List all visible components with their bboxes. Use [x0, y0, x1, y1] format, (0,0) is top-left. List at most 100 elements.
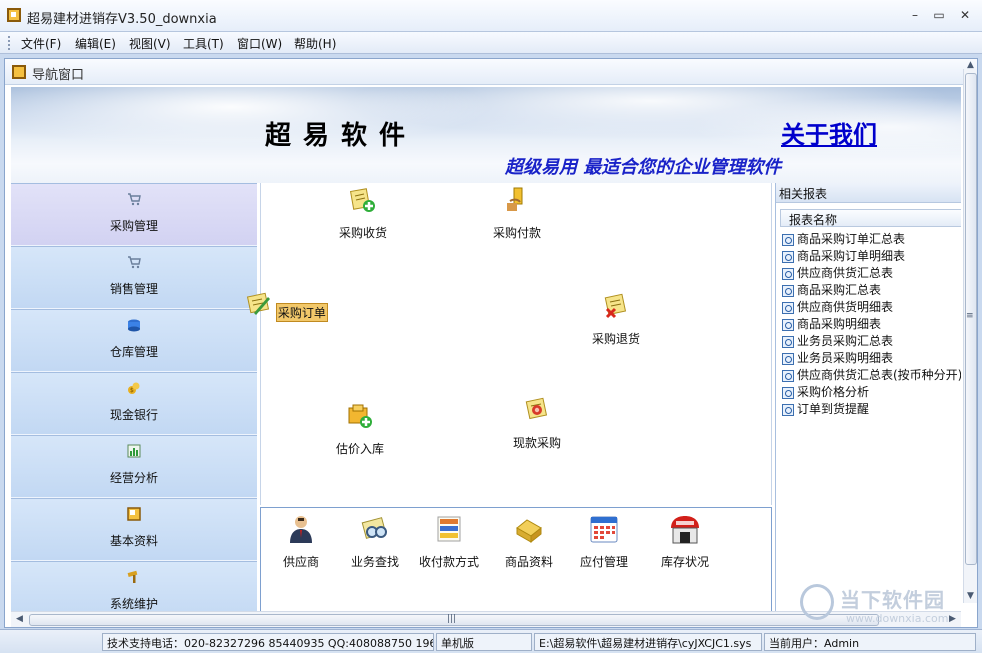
cart-icon [128, 193, 141, 206]
quick-payment-method[interactable]: 收付款方式 [409, 514, 489, 570]
status-mode: 单机版 [436, 633, 532, 651]
report-item[interactable]: 业务员采购汇总表 [782, 332, 893, 349]
sidebar-item-analysis[interactable]: 经营分析 [11, 435, 257, 498]
quick-supplier[interactable]: 供应商 [261, 514, 341, 570]
report-icon [782, 403, 794, 416]
scroll-up-arrow-icon[interactable]: ▲ [967, 60, 974, 70]
report-icon [782, 301, 794, 314]
sidebar-item-label: 现金银行 [109, 408, 158, 422]
scroll-grip-icon: ||| [447, 614, 457, 624]
flow-purchase-order[interactable]: 采购订单 [237, 291, 337, 322]
related-reports-panel: 相关报表 报表名称 商品采购订单汇总表 商品采购订单明细表 供应商供货汇总表 商… [775, 183, 961, 615]
watermark: 当下软件园 www.downxia.com [796, 584, 980, 628]
report-item[interactable]: 供应商供货明细表 [782, 298, 893, 315]
status-current-user: 当前用户：Admin [764, 633, 976, 651]
quick-label: 商品资料 [504, 555, 553, 569]
report-item[interactable]: 商品采购订单明细表 [782, 247, 905, 264]
flow-payment[interactable]: 采购付款 [467, 187, 567, 241]
vertical-scrollbar[interactable]: ▲ ≡ ▼ [963, 60, 977, 603]
close-button[interactable]: ✕ [956, 6, 974, 24]
quick-payable[interactable]: 应付管理 [564, 514, 644, 570]
svg-text:$: $ [130, 387, 134, 394]
navigation-window: 导航窗口 超易软件 关于我们 超级易用 最适合您的企业管理软件 采购管理 销售管… [4, 58, 978, 628]
sidebar-item-system[interactable]: 系统维护 [11, 561, 257, 611]
report-icon [782, 284, 794, 297]
flow-estimate-stock-in[interactable]: 估价入库 [310, 403, 410, 457]
report-item-label: 业务员采购汇总表 [797, 334, 894, 348]
report-icon [782, 267, 794, 280]
report-item[interactable]: 订单到货提醒 [782, 400, 869, 417]
report-icon [782, 369, 794, 382]
report-item[interactable]: 商品采购订单汇总表 [782, 230, 905, 247]
sidebar-item-sales[interactable]: 销售管理 [11, 246, 257, 309]
report-icon [782, 386, 794, 399]
menu-file[interactable]: 文件(F) [21, 35, 61, 52]
product-icon [516, 519, 542, 544]
info-icon [127, 507, 141, 521]
status-bar: 技术支持电话：020-82327296 85440935 QQ:40808875… [0, 629, 982, 653]
report-item-label: 商品采购汇总表 [797, 283, 882, 297]
quick-label: 供应商 [282, 555, 319, 569]
navigation-window-title: 导航窗口 [32, 68, 85, 83]
report-item[interactable]: 商品采购汇总表 [782, 281, 881, 298]
payable-icon [590, 516, 618, 543]
quick-label: 应付管理 [579, 555, 628, 569]
quick-label: 收付款方式 [418, 555, 479, 569]
menu-view[interactable]: 视图(V) [129, 35, 171, 52]
report-name-column-header[interactable]: 报表名称 [780, 209, 961, 227]
menu-window[interactable]: 窗口(W) [237, 35, 282, 52]
flow-return-goods[interactable]: 采购退货 [566, 293, 666, 347]
scroll-left-arrow-icon[interactable]: ◀ [16, 614, 23, 624]
quick-product[interactable]: 商品资料 [489, 514, 569, 570]
chart-icon [127, 444, 141, 458]
report-item[interactable]: 采购价格分析 [782, 383, 869, 400]
related-reports-title: 相关报表 [776, 183, 961, 203]
flow-label: 采购付款 [492, 226, 541, 240]
sidebar-item-purchase[interactable]: 采购管理 [11, 183, 257, 246]
report-icon [782, 335, 794, 348]
report-item-label: 商品采购订单汇总表 [797, 232, 906, 246]
inventory-icon [671, 516, 699, 544]
quick-search-business[interactable]: 业务查找 [335, 514, 415, 570]
purchase-workflow-panel: 采购收货 采购付款 采购订单 采购退货 估价入库 现款采购 [247, 183, 772, 505]
estimate-stock-in-icon [348, 404, 372, 428]
quick-access-panel: 供应商 业务查找 收付款方式 商品资料 应付管理 库存状况 [260, 507, 772, 615]
report-item-label: 商品采购明细表 [797, 317, 882, 331]
report-item[interactable]: 商品采购明细表 [782, 315, 881, 332]
sidebar-item-label: 销售管理 [109, 282, 158, 296]
quick-inventory[interactable]: 库存状况 [645, 514, 725, 570]
report-item[interactable]: 供应商供货汇总表(按币种分开) [782, 366, 961, 383]
return-goods-icon [604, 293, 627, 319]
flow-label: 采购退货 [591, 332, 640, 346]
report-item[interactable]: 业务员采购明细表 [782, 349, 893, 366]
watermark-text: 当下软件园 [840, 588, 945, 612]
about-us-link[interactable]: 关于我们 [781, 115, 877, 150]
report-item-label: 采购价格分析 [797, 385, 870, 399]
report-item[interactable]: 供应商供货汇总表 [782, 264, 893, 281]
window-icon [12, 65, 26, 79]
report-item-label: 供应商供货汇总表 [797, 266, 894, 280]
menu-tools[interactable]: 工具(T) [183, 35, 224, 52]
report-item-label: 供应商供货汇总表(按币种分开) [797, 368, 961, 382]
sidebar-item-warehouse[interactable]: 仓库管理 [11, 309, 257, 372]
flow-label: 估价入库 [335, 442, 384, 456]
payment-method-icon [437, 516, 461, 542]
minimize-button[interactable]: – [906, 6, 924, 24]
flow-cash-purchase[interactable]: 现款采购 [487, 397, 587, 451]
menu-help[interactable]: 帮助(H) [294, 35, 336, 52]
status-data-path: E:\超易软件\超易建材进销存\cyJXCJC1.sys [534, 633, 762, 651]
app-icon [7, 8, 21, 22]
report-icon [782, 233, 794, 246]
maximize-button[interactable]: ▭ [930, 6, 948, 24]
sidebar-item-cash-bank[interactable]: $ 现金银行 [11, 372, 257, 435]
banner: 超易软件 关于我们 超级易用 最适合您的企业管理软件 [11, 87, 961, 183]
watermark-url: www.downxia.com [846, 612, 949, 625]
sidebar-item-basic-info[interactable]: 基本资料 [11, 498, 257, 561]
menu-edit[interactable]: 编辑(E) [75, 35, 116, 52]
flow-receive-goods[interactable]: 采购收货 [313, 187, 413, 241]
navigation-window-titlebar: 导航窗口 [5, 59, 977, 85]
cart-icon [128, 256, 141, 269]
storage-icon [128, 319, 140, 332]
report-icon [782, 318, 794, 331]
supplier-icon [290, 516, 312, 543]
